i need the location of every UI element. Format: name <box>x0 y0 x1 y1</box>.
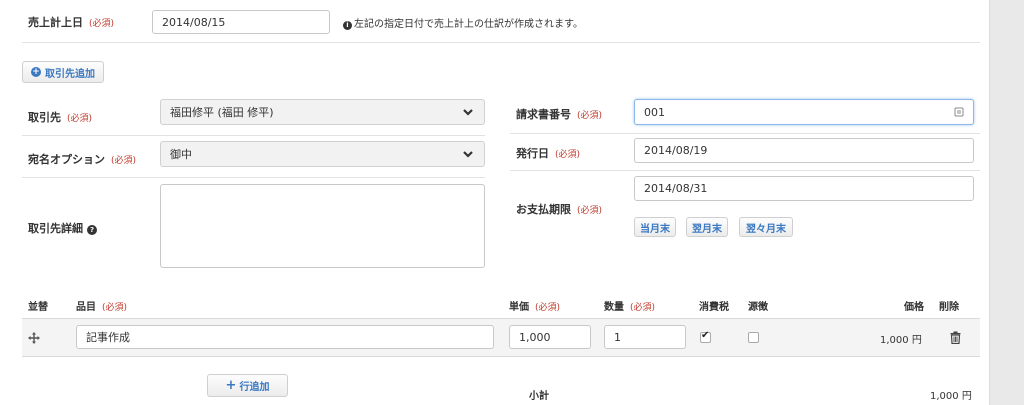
invoice-number-input[interactable]: 001 <box>634 99 974 125</box>
move-icon[interactable] <box>28 332 40 344</box>
column-delete: 削除 <box>939 302 959 313</box>
divider <box>22 135 485 136</box>
issue-date-input[interactable]: 2014/08/19 <box>634 138 974 163</box>
issue-date-label-text: 発行日 <box>516 147 549 160</box>
required-mark: (必須) <box>577 206 603 216</box>
client-detail-label-text: 取引先詳細 <box>28 222 83 235</box>
sales-date-input[interactable]: 2014/08/15 <box>152 10 330 34</box>
add-client-button-label: 取引先追加 <box>45 68 95 80</box>
client-detail-label: 取引先詳細? <box>28 220 97 236</box>
add-row-button[interactable]: + 行追加 <box>207 374 288 397</box>
required-mark: (必須) <box>535 303 561 313</box>
invoice-number-label-text: 請求書番号 <box>516 108 571 121</box>
client-label-text: 取引先 <box>28 111 61 124</box>
sales-date-label-text: 売上計上日 <box>28 16 83 29</box>
column-withholding: 源徴 <box>748 302 768 313</box>
divider <box>22 177 485 178</box>
row-price: 1,000 円 <box>880 331 922 346</box>
column-quantity: 数量 (必須) <box>604 298 655 313</box>
column-price: 価格 <box>904 302 924 313</box>
info-icon: i <box>343 20 352 30</box>
due-date-input[interactable]: 2014/08/31 <box>634 176 974 201</box>
divider <box>510 170 980 171</box>
row-price-value: 1,000 <box>880 335 909 346</box>
sales-date-note: i 左記の指定日付で売上計上の仕訳が作成されます。 <box>343 15 583 30</box>
honorific-label-text: 宛名オプション <box>28 153 105 166</box>
honorific-label: 宛名オプション (必須) <box>28 151 136 167</box>
quantity-input[interactable]: 1 <box>604 325 686 349</box>
column-item: 品目 (必須) <box>76 298 127 313</box>
sales-date-note-text: 左記の指定日付で売上計上の仕訳が作成されます。 <box>354 19 583 30</box>
honorific-select-value: 御中 <box>170 148 192 161</box>
required-mark: (必須) <box>555 150 581 160</box>
item-input[interactable]: 記事作成 <box>76 325 494 349</box>
divider <box>22 42 980 43</box>
required-mark: (必須) <box>102 303 128 313</box>
client-label: 取引先 (必須) <box>28 109 92 125</box>
column-quantity-text: 数量 <box>604 302 624 313</box>
row-price-currency: 円 <box>911 335 922 346</box>
client-select-value: 福田修平 (福田 修平) <box>170 106 274 119</box>
column-unit-price-text: 単価 <box>509 302 529 313</box>
invoice-form-panel: 売上計上日 (必須) 2014/08/15 i 左記の指定日付で売上計上の仕訳が作成… <box>0 0 990 405</box>
subtotal-label: 小計 <box>529 391 549 402</box>
end-of-next-month-button[interactable]: 翌月末 <box>686 217 728 237</box>
honorific-select[interactable]: 御中 <box>160 141 485 167</box>
subtotal-amount: 1,000 <box>930 391 959 402</box>
input-helper-icon[interactable] <box>954 107 964 117</box>
required-mark: (必須) <box>89 19 115 29</box>
client-detail-textarea[interactable] <box>160 184 485 268</box>
end-of-month-after-next-button[interactable]: 翌々月末 <box>739 217 793 237</box>
tax-checkbox[interactable] <box>700 330 711 343</box>
plus-circle-icon: + <box>31 67 41 77</box>
invoice-number-label: 請求書番号 (必須) <box>516 106 602 122</box>
plus-icon: + <box>225 378 237 393</box>
chevron-down-icon <box>463 109 473 116</box>
issue-date-label: 発行日 (必須) <box>516 145 580 161</box>
required-mark: (必須) <box>577 111 603 121</box>
withholding-checkbox[interactable] <box>748 332 759 343</box>
end-of-this-month-button[interactable]: 当月末 <box>634 217 676 237</box>
column-tax: 消費税 <box>699 302 729 313</box>
subtotal-currency: 円 <box>961 391 972 402</box>
column-item-text: 品目 <box>76 302 96 313</box>
column-unit-price: 単価 (必須) <box>509 298 560 313</box>
client-select[interactable]: 福田修平 (福田 修平) <box>160 99 485 125</box>
add-row-button-label: 行追加 <box>239 382 270 393</box>
trash-icon[interactable] <box>950 331 961 344</box>
invoice-number-value: 001 <box>644 105 665 119</box>
required-mark: (必須) <box>67 114 93 124</box>
sales-date-label: 売上計上日 (必須) <box>28 14 114 30</box>
required-mark: (必須) <box>111 156 137 166</box>
column-reorder: 並替 <box>28 302 48 313</box>
unit-price-input[interactable]: 1,000 <box>509 325 591 349</box>
add-client-button[interactable]: + 取引先追加 <box>22 61 104 83</box>
due-date-label: お支払期限 (必須) <box>516 201 602 217</box>
due-date-label-text: お支払期限 <box>516 203 571 216</box>
question-icon[interactable]: ? <box>87 225 97 235</box>
required-mark: (必須) <box>630 303 656 313</box>
chevron-down-icon <box>463 151 473 158</box>
subtotal-value: 1,000 円 <box>930 387 972 402</box>
divider <box>510 133 980 134</box>
